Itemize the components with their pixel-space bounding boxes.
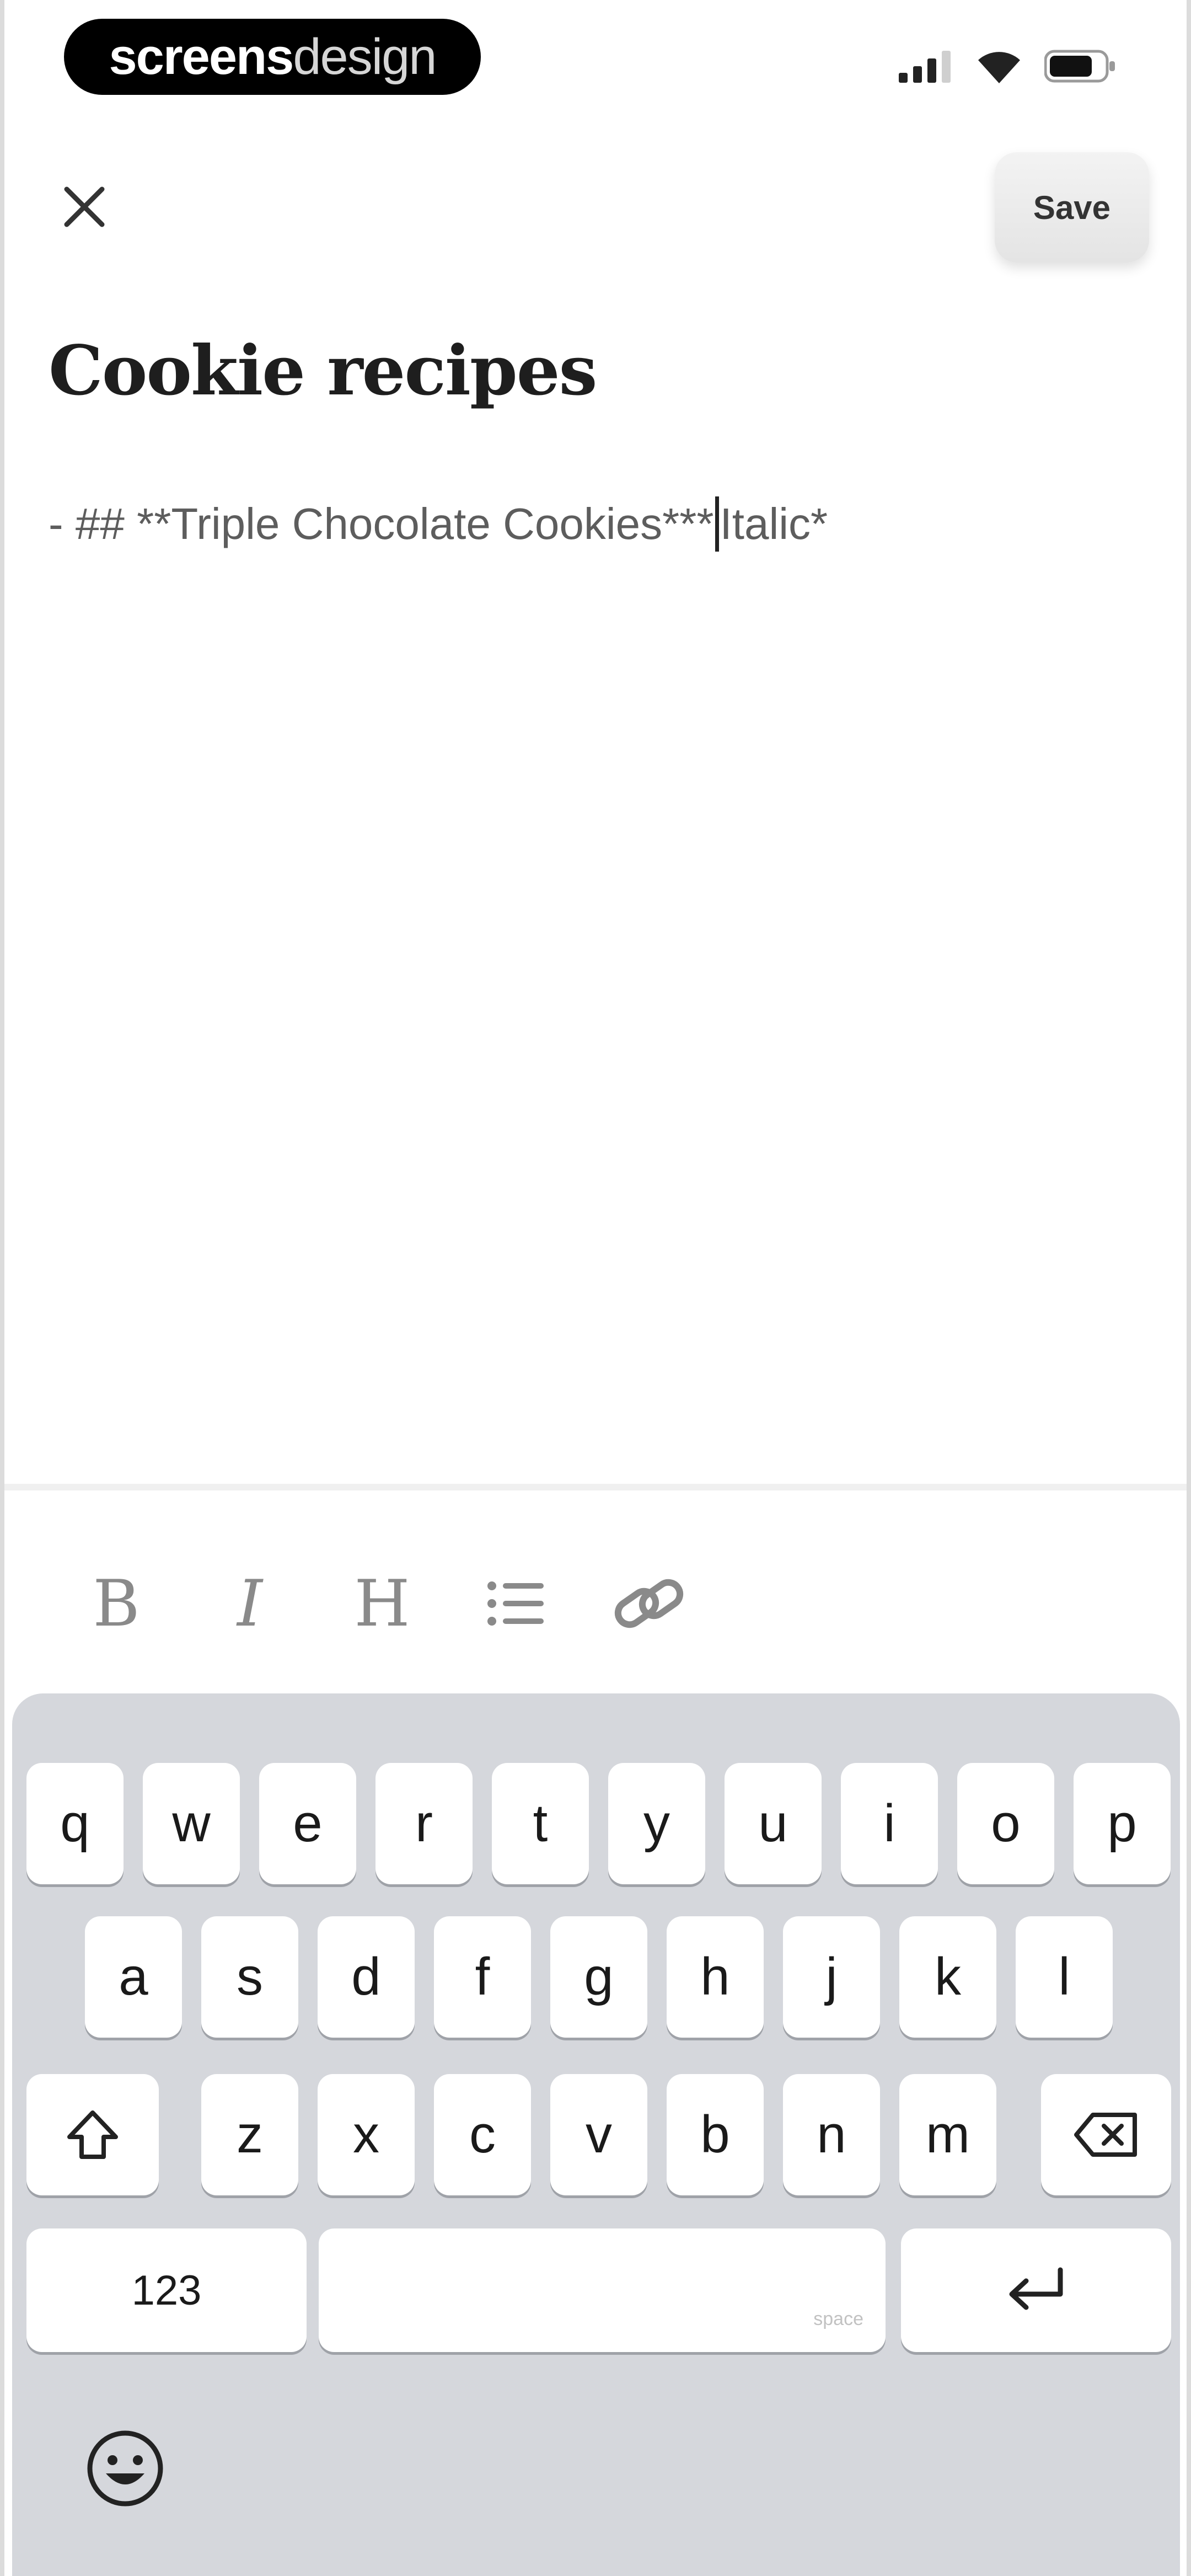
key-c[interactable]: c xyxy=(434,2074,531,2195)
key-o[interactable]: o xyxy=(957,1763,1054,1884)
heading-button[interactable]: H xyxy=(341,1562,423,1645)
format-toolbar: B I H xyxy=(4,1484,1187,1693)
note-content-after-caret: Italic* xyxy=(720,499,828,548)
italic-button[interactable]: I xyxy=(208,1562,291,1645)
key-z[interactable]: z xyxy=(201,2074,298,2195)
key-k[interactable]: k xyxy=(899,1916,996,2038)
text-caret xyxy=(715,496,719,552)
close-button[interactable] xyxy=(54,177,115,237)
return-icon xyxy=(1009,2267,1063,2310)
wifi-icon xyxy=(978,52,1020,83)
key-v[interactable]: v xyxy=(550,2074,647,2195)
key-a[interactable]: a xyxy=(85,1916,182,2038)
list-bullets-icon xyxy=(487,1581,544,1626)
backspace-icon xyxy=(1074,2113,1137,2157)
shift-key[interactable] xyxy=(26,2074,159,2195)
note-content-before-caret: - ## **Triple Chocolate Cookies*** xyxy=(49,499,714,548)
key-g[interactable]: g xyxy=(550,1916,647,2038)
numbers-key[interactable]: 123 xyxy=(26,2228,307,2352)
space-key[interactable]: space xyxy=(319,2228,886,2352)
key-i[interactable]: i xyxy=(841,1763,938,1884)
note-content-editor[interactable]: - ## **Triple Chocolate Cookies*** Italic… xyxy=(49,496,828,552)
key-f[interactable]: f xyxy=(434,1916,531,2038)
bold-button[interactable]: B xyxy=(75,1562,158,1645)
emoji-icon xyxy=(87,2430,163,2506)
key-m[interactable]: m xyxy=(899,2074,996,2195)
link-icon xyxy=(614,1579,684,1628)
return-key[interactable] xyxy=(901,2228,1171,2352)
note-editor-screen: screens design Save Cookie recipes - ## *… xyxy=(0,0,1191,2576)
battery-icon xyxy=(1044,50,1115,83)
key-j[interactable]: j xyxy=(783,1916,880,2038)
delete-key[interactable] xyxy=(1041,2074,1171,2195)
on-screen-keyboard: q w e r t y u i o p a s d f g h j k l z … xyxy=(12,1693,1180,2576)
save-button[interactable]: Save xyxy=(995,152,1149,263)
brand-watermark: screens design xyxy=(64,19,481,95)
key-t[interactable]: t xyxy=(492,1763,589,1884)
note-title[interactable]: Cookie recipes xyxy=(49,331,597,411)
key-w[interactable]: w xyxy=(143,1763,240,1884)
close-icon xyxy=(64,186,105,227)
key-e[interactable]: e xyxy=(259,1763,356,1884)
brand-text-bold: screens xyxy=(109,28,294,85)
list-button[interactable] xyxy=(474,1562,557,1645)
cellular-signal-icon xyxy=(899,51,951,83)
key-u[interactable]: u xyxy=(725,1763,822,1884)
link-button[interactable] xyxy=(608,1562,690,1645)
key-r[interactable]: r xyxy=(375,1763,473,1884)
key-l[interactable]: l xyxy=(1016,1916,1113,2038)
key-y[interactable]: y xyxy=(608,1763,705,1884)
key-d[interactable]: d xyxy=(318,1916,415,2038)
shift-icon xyxy=(67,2110,118,2159)
key-s[interactable]: s xyxy=(201,1916,298,2038)
emoji-button[interactable] xyxy=(78,2422,172,2515)
key-q[interactable]: q xyxy=(26,1763,124,1884)
key-p[interactable]: p xyxy=(1074,1763,1171,1884)
status-icons xyxy=(899,44,1116,88)
key-n[interactable]: n xyxy=(783,2074,880,2195)
key-h[interactable]: h xyxy=(667,1916,764,2038)
key-x[interactable]: x xyxy=(318,2074,415,2195)
brand-text-light: design xyxy=(293,28,437,85)
key-b[interactable]: b xyxy=(667,2074,764,2195)
space-key-label: space xyxy=(813,2308,863,2329)
